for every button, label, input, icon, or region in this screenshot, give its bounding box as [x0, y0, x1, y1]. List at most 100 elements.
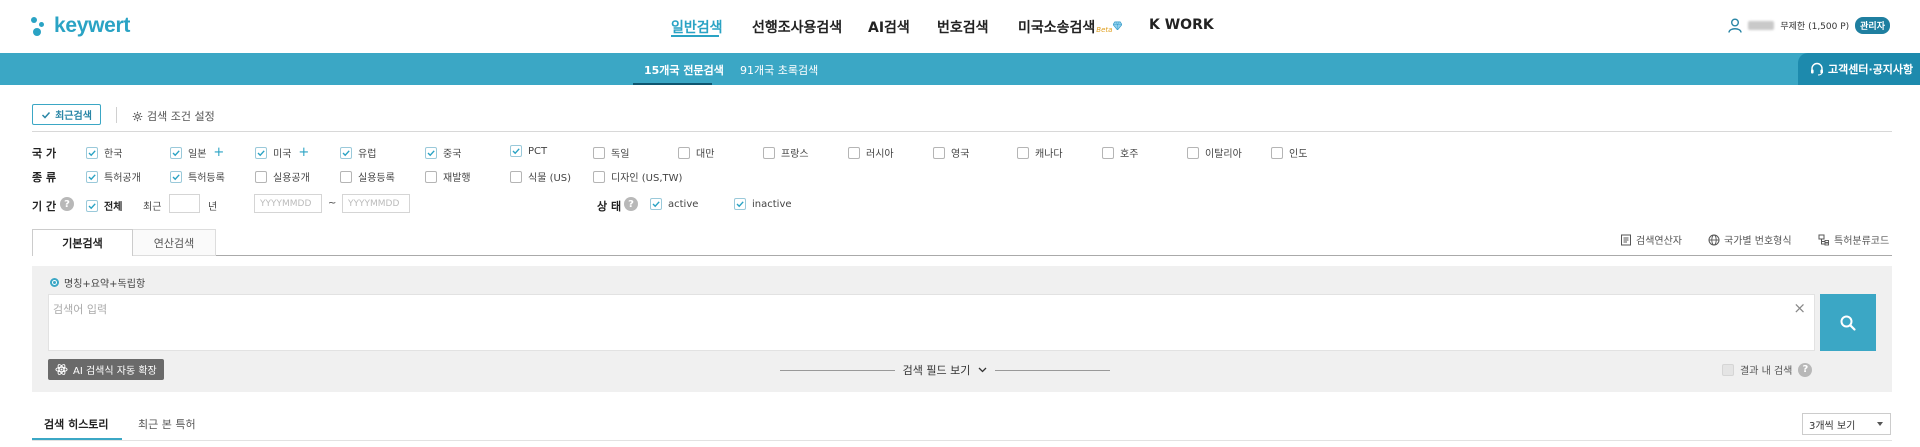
- year-unit-label: 년: [208, 202, 218, 213]
- clear-icon[interactable]: ×: [1793, 299, 1806, 317]
- kind-option[interactable]: 디자인 (US,TW): [593, 169, 682, 184]
- checkbox[interactable]: [650, 198, 662, 210]
- ai-expand-label: AI 검색식 자동 확장: [73, 366, 157, 377]
- country-option[interactable]: 일본 +: [170, 145, 224, 160]
- checkbox[interactable]: [170, 170, 182, 183]
- checkbox[interactable]: [1271, 146, 1283, 159]
- option-label: 실용등록: [358, 173, 395, 184]
- tool-label: 국가별 번호형식: [1724, 236, 1792, 247]
- expand-plus-icon[interactable]: +: [298, 145, 309, 160]
- patent-classification-link[interactable]: 특허분류코드: [1818, 232, 1889, 247]
- kind-option[interactable]: 특허등록: [170, 169, 225, 184]
- checkbox[interactable]: [86, 170, 98, 183]
- support-button[interactable]: 고객센터·공지사항: [1798, 53, 1920, 85]
- checkbox[interactable]: [678, 146, 690, 159]
- option-label: 실용공개: [273, 173, 310, 184]
- nav-ai-search[interactable]: AI검색: [868, 17, 910, 37]
- checkbox[interactable]: [1102, 146, 1114, 159]
- search-conditions-settings[interactable]: 검색 조건 설정: [132, 108, 215, 124]
- user-icon: [1728, 18, 1743, 33]
- status-option[interactable]: inactive: [734, 198, 792, 210]
- kind-option[interactable]: 재발행: [425, 169, 471, 184]
- checkbox[interactable]: [593, 170, 605, 183]
- checkbox[interactable]: [510, 145, 522, 157]
- checkbox[interactable]: [86, 199, 98, 212]
- search-input[interactable]: 검색어 입력 ×: [48, 294, 1815, 351]
- checkbox[interactable]: [170, 146, 182, 159]
- kind-option[interactable]: 식물 (US): [510, 169, 571, 184]
- country-option[interactable]: 캐나다: [1017, 145, 1063, 160]
- date-from-input[interactable]: YYYYMMDD: [254, 194, 322, 213]
- in-results-help-icon[interactable]: ?: [1798, 362, 1813, 377]
- nav-number-search[interactable]: 번호검색: [937, 17, 989, 37]
- tab-search-history[interactable]: 검색 히스토리: [44, 416, 109, 432]
- status-help-icon[interactable]: ?: [624, 197, 638, 211]
- country-option[interactable]: 이탈리아: [1187, 145, 1242, 160]
- country-option[interactable]: 유럽: [340, 145, 376, 160]
- recent-search-label: 최근검색: [55, 111, 92, 122]
- country-option[interactable]: 대만: [678, 145, 714, 160]
- country-option[interactable]: 러시아: [848, 145, 894, 160]
- checkbox[interactable]: [340, 146, 352, 159]
- search-button[interactable]: [1820, 294, 1876, 351]
- tab-91-country-search[interactable]: 91개국 초록검색: [740, 62, 818, 78]
- kind-option[interactable]: 특허공개: [86, 169, 141, 184]
- sub-nav-active-underline: [633, 83, 712, 85]
- kind-option[interactable]: 실용등록: [340, 169, 395, 184]
- checkbox[interactable]: [425, 146, 437, 159]
- country-option[interactable]: 중국: [425, 145, 461, 160]
- scope-radio-option[interactable]: 명칭+요약+독립항: [50, 275, 145, 290]
- checkbox[interactable]: [593, 146, 605, 159]
- checkbox[interactable]: [86, 146, 98, 159]
- country-option[interactable]: 미국 +: [255, 145, 309, 160]
- checkbox[interactable]: [340, 170, 352, 183]
- nav-prior-art-search[interactable]: 선행조사용검색: [752, 17, 842, 37]
- scope-label: 명칭+요약+독립항: [64, 279, 146, 290]
- tab-15-country-search[interactable]: 15개국 전문검색: [644, 62, 724, 78]
- user-box[interactable]: 무제한 (1,500 P) 관리자: [1728, 17, 1890, 34]
- nav-k-work[interactable]: K WORK: [1149, 17, 1214, 33]
- country-option[interactable]: 프랑스: [763, 145, 809, 160]
- checkbox[interactable]: [425, 170, 437, 183]
- option-label: 캐나다: [1035, 149, 1063, 160]
- period-help-icon[interactable]: ?: [60, 197, 74, 211]
- expand-plus-icon[interactable]: +: [213, 145, 224, 160]
- country-option[interactable]: 영국: [933, 145, 969, 160]
- tab-operator-search[interactable]: 연산검색: [133, 229, 216, 256]
- checkbox[interactable]: [1017, 146, 1029, 159]
- checkbox[interactable]: [734, 198, 746, 210]
- search-fields-toggle[interactable]: 검색 필드 보기: [780, 362, 1110, 378]
- country-option[interactable]: PCT: [510, 145, 547, 157]
- per-page-select[interactable]: 3개씩 보기: [1802, 413, 1891, 435]
- checkbox[interactable]: [255, 170, 267, 183]
- tab-basic-search[interactable]: 기본검색: [32, 229, 133, 256]
- checkbox[interactable]: [1187, 146, 1199, 159]
- checkbox[interactable]: [848, 146, 860, 159]
- country-label: 국 가: [32, 147, 57, 160]
- ai-query-expand-button[interactable]: AI 검색식 자동 확장: [48, 359, 164, 380]
- kind-option[interactable]: 실용공개: [255, 169, 310, 184]
- country-option[interactable]: 한국: [86, 145, 122, 160]
- tab-recently-viewed[interactable]: 최근 본 특허: [138, 416, 196, 432]
- admin-badge[interactable]: 관리자: [1855, 17, 1890, 34]
- country-option[interactable]: 독일: [593, 145, 629, 160]
- recent-search-button[interactable]: 최근검색: [32, 104, 101, 125]
- country-option[interactable]: 인도: [1271, 145, 1307, 160]
- country-number-format-link[interactable]: 국가별 번호형식: [1708, 232, 1792, 247]
- checkbox[interactable]: [1722, 363, 1734, 376]
- nav-us-litigation-search[interactable]: 미국소송검색Beta: [1018, 17, 1123, 37]
- checkbox[interactable]: [255, 146, 267, 159]
- date-to-input[interactable]: YYYYMMDD: [342, 194, 410, 213]
- checkbox[interactable]: [510, 170, 522, 183]
- country-option[interactable]: 호주: [1102, 145, 1138, 160]
- nav-general-search[interactable]: 일반검색: [671, 17, 723, 37]
- checkbox[interactable]: [763, 146, 775, 159]
- search-within-results[interactable]: 결과 내 검색 ?: [1722, 362, 1813, 377]
- recent-years-input[interactable]: [169, 194, 200, 213]
- radio-button[interactable]: [50, 278, 59, 287]
- status-option[interactable]: active: [650, 198, 698, 210]
- search-operators-link[interactable]: 검색연산자: [1620, 232, 1682, 247]
- checkbox[interactable]: [933, 146, 945, 159]
- option-label: 대만: [696, 149, 715, 160]
- period-all-option[interactable]: 전체: [86, 198, 122, 213]
